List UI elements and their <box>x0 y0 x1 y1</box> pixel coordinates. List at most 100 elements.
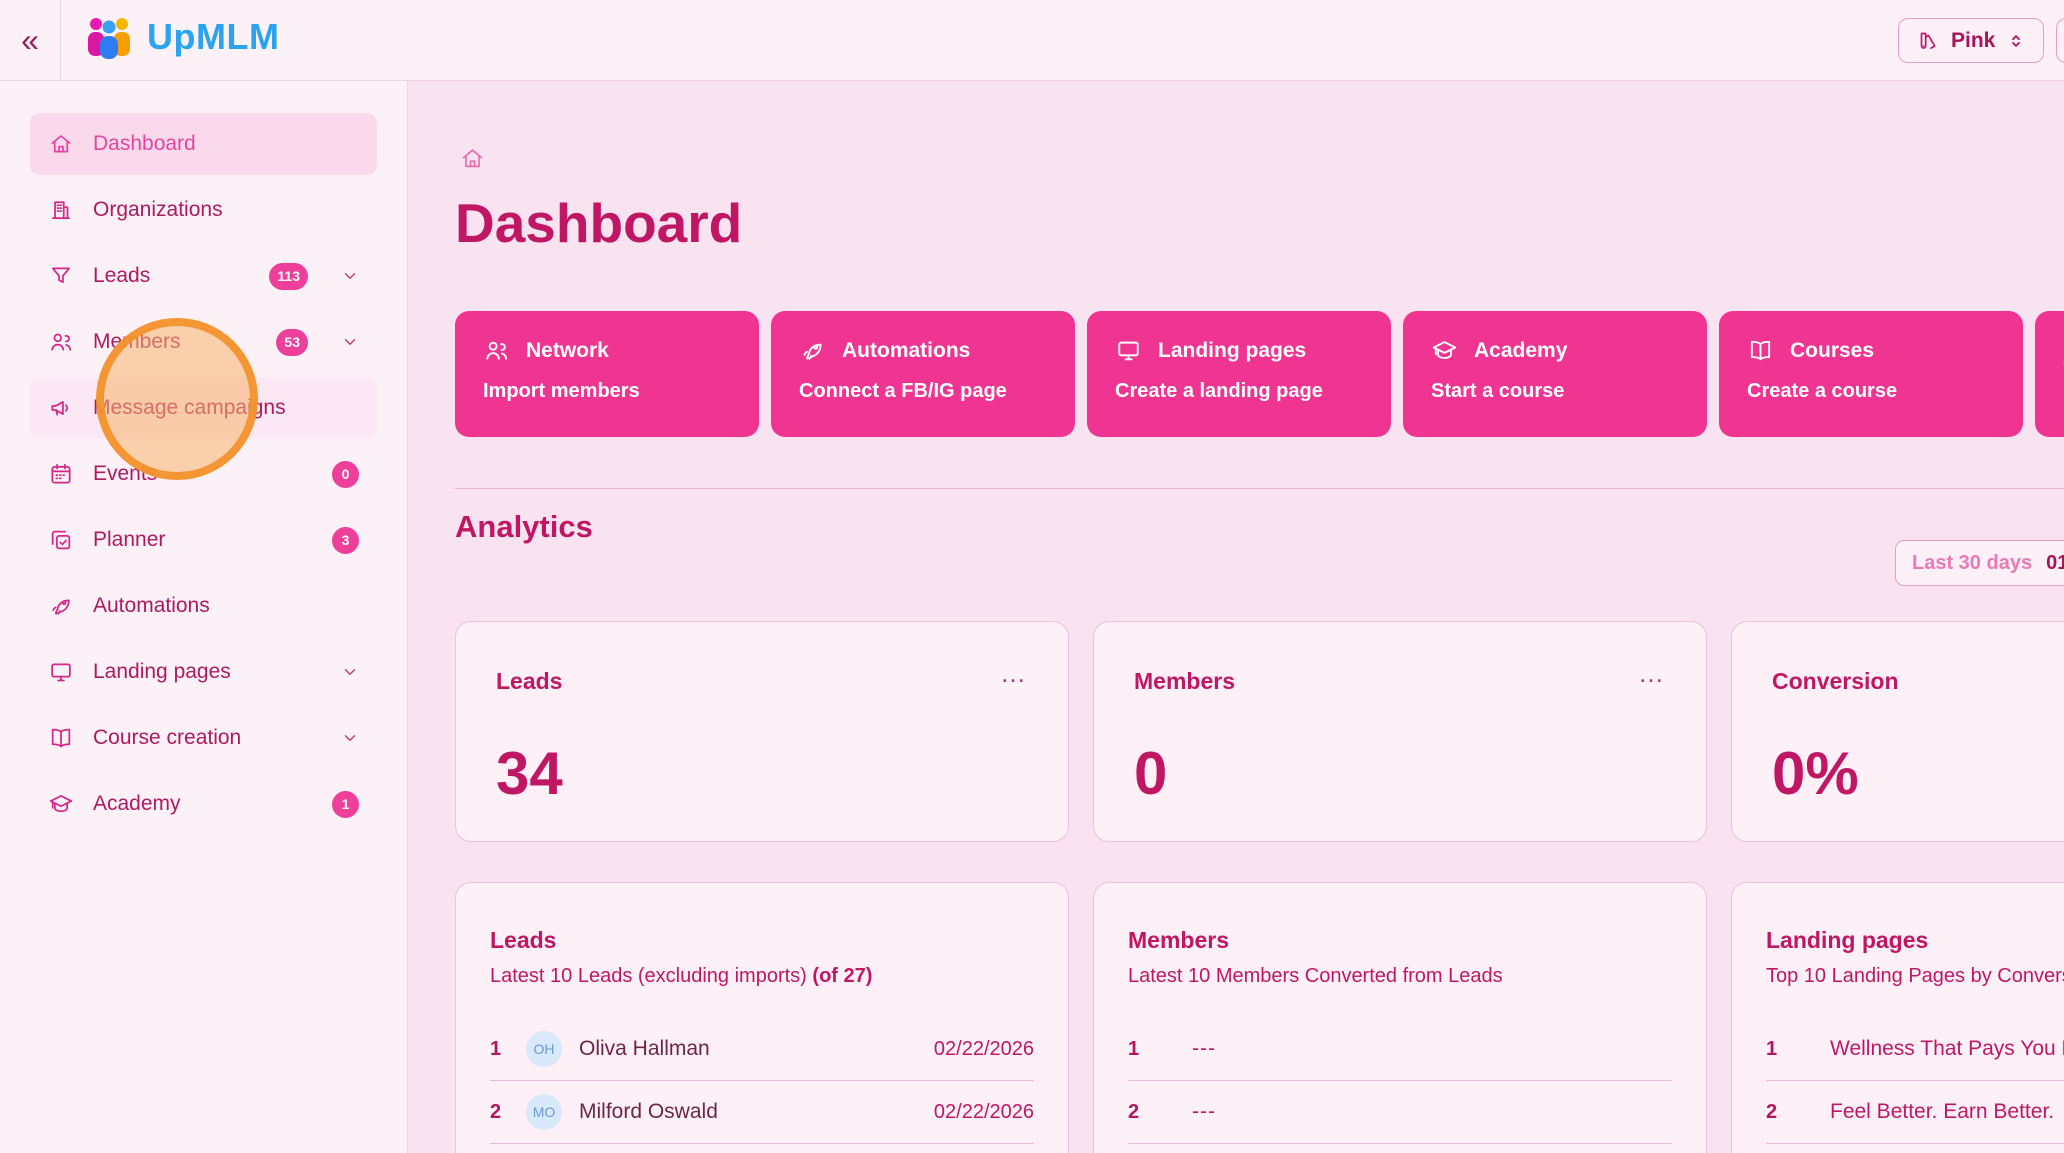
sidebar-collapse-button[interactable]: « <box>0 0 61 80</box>
sidebar-item-academy[interactable]: Academy 1 <box>30 773 377 835</box>
monitor-icon <box>1115 337 1142 364</box>
sidebar-item-label: Leads <box>93 264 150 288</box>
sidebar-item-label: Events <box>93 462 157 486</box>
quick-action-automations[interactable]: Automations Connect a FB/IG page <box>771 311 1075 437</box>
sidebar-item-organizations[interactable]: Organizations <box>30 179 377 241</box>
sidebar-item-label: Planner <box>93 528 165 552</box>
open-book-icon <box>48 725 74 751</box>
sidebar-item-label: Course creation <box>93 726 241 750</box>
rocket-icon <box>799 337 826 364</box>
monitor-icon <box>48 659 74 685</box>
lead-name: Oliva Hallman <box>579 1037 710 1061</box>
secondary-topbar-button[interactable] <box>2056 18 2064 63</box>
ellipsis-menu-icon[interactable]: … <box>1000 668 1028 678</box>
theme-select-value: Pink <box>1951 29 1995 53</box>
sidebar-item-automations[interactable]: Automations <box>30 575 377 637</box>
sidebar-item-label: Organizations <box>93 198 223 222</box>
date-range-select[interactable]: Last 30 days 01/2 <box>1895 540 2064 586</box>
funnel-icon <box>48 263 74 289</box>
home-icon <box>48 131 74 157</box>
stats-row: Leads … 34 Members … 0 Conversion 0% <box>455 621 2064 842</box>
sidebar-item-label: Landing pages <box>93 660 231 684</box>
count-badge: 53 <box>276 329 308 356</box>
list-subtitle: Top 10 Landing Pages by Conversion <box>1766 965 2064 988</box>
list-item[interactable]: 2 --- <box>1128 1081 1672 1144</box>
sidebar-item-leads[interactable]: Leads 113 <box>30 245 377 307</box>
sidebar-item-dashboard[interactable]: Dashboard <box>30 113 377 175</box>
megaphone-icon <box>48 395 74 421</box>
section-divider <box>455 488 2064 489</box>
sidebar-item-members[interactable]: Members 53 <box>30 311 377 373</box>
calendar-icon <box>48 461 74 487</box>
rocket-icon <box>48 593 74 619</box>
sidebar-item-label: Members <box>93 330 181 354</box>
color-swatch-icon <box>1915 29 1939 53</box>
brand-name: UpMLM <box>147 16 279 58</box>
chevron-down-icon[interactable] <box>341 267 359 285</box>
stat-value: 0% <box>1772 739 2064 808</box>
building-icon <box>48 197 74 223</box>
quick-action-clipped[interactable]: C <box>2035 311 2064 437</box>
people-icon <box>48 329 74 355</box>
count-badge: 0 <box>332 461 359 488</box>
list-card-landing-pages: Landing pages Top 10 Landing Pages by Co… <box>1731 882 2064 1153</box>
list-title: Leads <box>490 927 1034 954</box>
list-title: Landing pages <box>1766 927 2064 954</box>
page-title: Dashboard <box>455 191 742 255</box>
list-item[interactable]: 2 MO Milford Oswald 02/22/2026 <box>490 1081 1034 1144</box>
double-chevron-left-icon: « <box>21 22 39 59</box>
quick-action-academy[interactable]: Academy Start a course <box>1403 311 1707 437</box>
quick-action-subtitle: Import members <box>483 380 731 403</box>
main-content: Dashboard Network Import members Automat… <box>409 81 2064 1153</box>
quick-action-subtitle: Start a course <box>1431 380 1679 403</box>
planner-check-icon <box>48 527 74 553</box>
graduation-cap-icon <box>48 791 74 817</box>
quick-action-subtitle: Create a course <box>1747 380 1995 403</box>
sidebar-item-label: Message campaigns <box>93 396 286 420</box>
sidebar-item-label: Academy <box>93 792 181 816</box>
list-item[interactable]: 1 Wellness That Pays You Back <box>1766 1018 2064 1081</box>
list-subtitle: Latest 10 Members Converted from Leads <box>1128 965 1672 988</box>
sidebar-item-planner[interactable]: Planner 3 <box>30 509 377 571</box>
sidebar-item-events[interactable]: Events 0 <box>30 443 377 505</box>
chevron-down-icon[interactable] <box>341 729 359 747</box>
count-badge: 1 <box>332 791 359 818</box>
list-item[interactable]: 1 OH Oliva Hallman 02/22/2026 <box>490 1018 1034 1081</box>
row-number: 1 <box>1128 1038 1152 1061</box>
row-number: 2 <box>490 1101 514 1124</box>
brand[interactable]: UpMLM <box>83 14 279 60</box>
avatar: MO <box>526 1094 562 1130</box>
sidebar-item-message-campaigns[interactable]: Message campaigns <box>30 377 377 439</box>
chevron-down-icon[interactable] <box>341 663 359 681</box>
row-number: 1 <box>490 1038 514 1061</box>
quick-action-network[interactable]: Network Import members <box>455 311 759 437</box>
quick-action-title: Network <box>526 339 609 363</box>
updown-chevron-icon <box>2007 32 2025 50</box>
list-item[interactable]: 1 --- <box>1128 1018 1672 1081</box>
row-number: 1 <box>1766 1038 1790 1061</box>
sidebar-item-landing-pages[interactable]: Landing pages <box>30 641 377 703</box>
landing-page-name: Feel Better. Earn Better. <box>1830 1100 2054 1124</box>
stat-title: Conversion <box>1772 668 1899 695</box>
quick-action-title: Landing pages <box>1158 339 1306 363</box>
stat-value: 34 <box>496 739 1028 808</box>
theme-select[interactable]: Pink <box>1898 18 2044 63</box>
graduation-cap-icon <box>1431 337 1458 364</box>
breadcrumb-home-icon[interactable] <box>459 145 486 172</box>
stat-value: 0 <box>1134 739 1666 808</box>
quick-action-courses[interactable]: Courses Create a course <box>1719 311 2023 437</box>
chevron-down-icon[interactable] <box>341 333 359 351</box>
ellipsis-menu-icon[interactable]: … <box>1638 668 1666 678</box>
quick-action-landing-pages[interactable]: Landing pages Create a landing page <box>1087 311 1391 437</box>
stat-card-members: Members … 0 <box>1093 621 1707 842</box>
analytics-heading: Analytics <box>455 509 593 545</box>
row-number: 2 <box>1128 1101 1152 1124</box>
member-name: --- <box>1192 1100 1216 1124</box>
quick-action-title: Academy <box>1474 339 1567 363</box>
list-item[interactable]: 2 Feel Better. Earn Better. <box>1766 1081 2064 1144</box>
count-badge: 3 <box>332 527 359 554</box>
open-book-icon <box>1747 337 1774 364</box>
sidebar: Dashboard Organizations Leads 113 Member… <box>0 81 408 1153</box>
sidebar-item-course-creation[interactable]: Course creation <box>30 707 377 769</box>
lead-date: 02/22/2026 <box>934 1101 1034 1124</box>
